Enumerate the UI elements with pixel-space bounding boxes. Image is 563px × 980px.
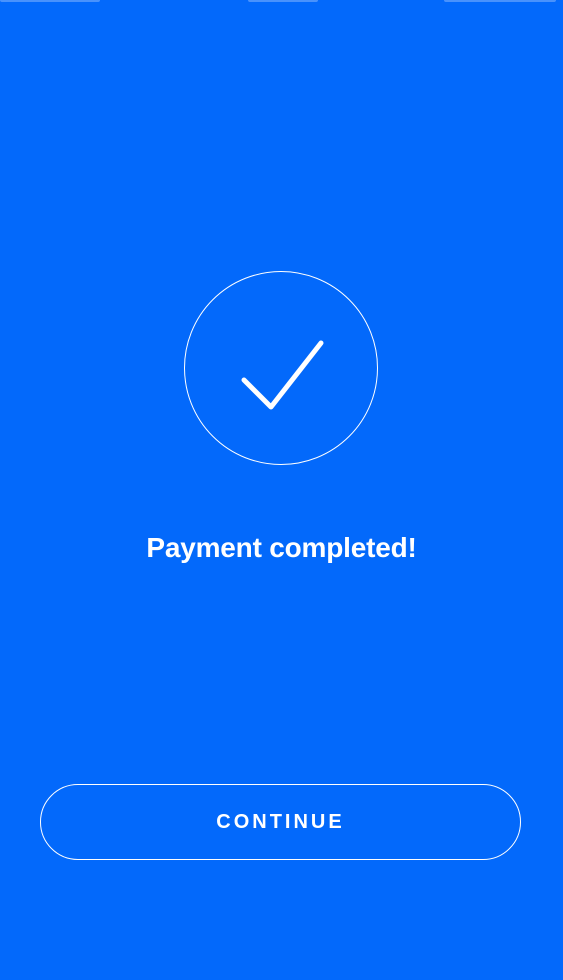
status-bar-right xyxy=(444,0,556,2)
checkmark-icon xyxy=(241,340,324,410)
status-bar xyxy=(0,0,563,6)
status-bar-center xyxy=(248,0,318,2)
continue-button[interactable]: CONTINUE xyxy=(40,784,521,860)
payment-success-screen: Payment completed! CONTINUE xyxy=(0,0,563,980)
success-circle xyxy=(184,271,378,465)
payment-status-title: Payment completed! xyxy=(146,532,417,563)
status-bar-left xyxy=(0,0,100,2)
